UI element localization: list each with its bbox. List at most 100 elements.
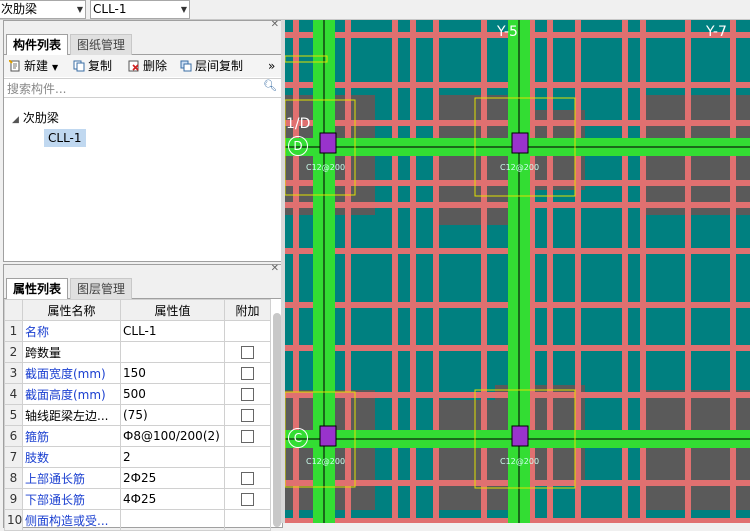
row-number: 3 [4,362,23,384]
property-name-cell: 肢数 [22,446,121,468]
more-button[interactable]: » [268,58,275,74]
component-select[interactable]: CLL-1 ▼ [90,0,190,19]
property-value-cell[interactable] [120,509,225,531]
table-row[interactable]: 3 截面宽度(mm) 150 [4,362,271,384]
floor-copy-button[interactable]: 层间复制 [180,58,243,74]
axis-bubble-c: C [288,428,308,448]
axis-bubble-d-label: D [293,139,303,153]
tab-layer-management[interactable]: 图层管理 [70,278,133,299]
attach-checkbox[interactable] [241,367,254,380]
copy-button[interactable]: 复制 [73,58,112,74]
attach-cell[interactable] [224,446,271,468]
row-number: 7 [4,446,23,468]
attach-checkbox[interactable] [241,409,254,422]
beam-centerline [518,20,520,523]
attach-cell[interactable] [224,404,271,426]
attach-checkbox[interactable] [241,472,254,485]
axis-bubble-c-label: C [293,431,303,445]
table-row[interactable]: 4 截面高度(mm) 500 [4,383,271,405]
attach-checkbox[interactable] [241,388,254,401]
table-header-row: 属性名称 属性值 附加 [4,299,271,321]
table-row[interactable]: 1 名称 CLL-1 [4,320,271,342]
copy-icon [73,60,85,72]
beam-centerline [323,20,325,523]
property-list-panel: ✕ 属性列表 图层管理 属性名称 属性值 附加 1 名称 CLL-1 2 跨数量 3 截面宽… [3,263,283,531]
property-value-cell[interactable] [120,341,225,363]
delete-icon [128,60,140,72]
chevron-down-icon: ▼ [76,5,83,14]
attach-cell[interactable] [224,341,271,363]
table-row[interactable]: 7 肢数 2 [4,446,271,468]
property-value-cell[interactable]: 500 [120,383,225,405]
component-select-value: CLL-1 [93,2,127,16]
axis-bubble-d: D [288,136,308,156]
close-icon[interactable]: ✕ [271,263,279,274]
property-name-cell: 截面宽度(mm) [22,362,121,384]
attach-cell[interactable] [224,383,271,405]
hatched-column [511,132,529,154]
tab-drawing-management[interactable]: 图纸管理 [70,34,133,55]
property-name-cell: 上部通长筋 [22,467,121,489]
vertical-scrollbar[interactable] [273,313,281,527]
property-value-cell[interactable]: 2 [120,446,225,468]
tab-property-list[interactable]: 属性列表 [6,278,69,299]
floor-copy-button-label: 层间复制 [195,59,244,73]
property-value-cell[interactable]: (75) [120,404,225,426]
chevron-down-icon[interactable]: ▼ [52,63,58,72]
table-row[interactable]: 6 箍筋 Ф8@100/200(2) [4,425,271,447]
property-value-cell[interactable]: CLL-1 [120,320,225,342]
property-value-cell[interactable]: 150 [120,362,225,384]
table-row[interactable]: 10 侧面构造或受... [4,509,271,531]
tree-item-cll-1[interactable]: CLL-1 [44,129,86,147]
table-row[interactable]: 9 下部通长筋 4Ф25 [4,488,271,510]
table-row[interactable]: 5 轴线距梁左边... (75) [4,404,271,426]
table-row[interactable]: 2 跨数量 [4,341,271,363]
drawing-canvas[interactable] [285,20,750,523]
attach-cell[interactable] [224,467,271,489]
component-toolbar: 新建 ▼ 复制 删除 层间复制 » [4,55,282,77]
search-icon[interactable]: 🔍︎ [263,79,277,92]
chevron-down-icon: ▼ [180,5,187,14]
property-name-cell: 下部通长筋 [22,488,121,510]
row-number: 5 [4,404,23,426]
property-table: 属性名称 属性值 附加 1 名称 CLL-1 2 跨数量 3 截面宽度(mm) 150 4 截面高… [4,299,271,531]
attach-checkbox[interactable] [241,493,254,506]
cad-drawing[interactable] [285,20,750,523]
delete-button[interactable]: 删除 [128,58,167,74]
row-number: 6 [4,425,23,447]
property-value-cell[interactable]: 4Ф25 [120,488,225,510]
attach-cell[interactable] [224,425,271,447]
property-value-cell[interactable]: 2Ф25 [120,467,225,489]
hatched-column [319,132,337,154]
header-attach: 附加 [224,299,271,321]
beam-label: C12@200 [306,163,346,172]
property-name-cell: 截面高度(mm) [22,383,121,405]
attach-cell[interactable] [224,488,271,510]
category-select[interactable]: 次肋梁 ▼ [0,0,86,19]
floor-copy-icon [180,60,192,72]
property-panel-tabs: 属性列表 图层管理 [4,277,282,299]
search-input[interactable]: 搜索构件... [7,80,66,97]
new-button[interactable]: 新建 ▼ [8,58,58,74]
close-icon[interactable]: ✕ [271,19,279,30]
row-number: 4 [4,383,23,405]
property-name-cell: 名称 [22,320,121,342]
property-name-cell: 跨数量 [22,341,121,363]
component-search: 搜索构件... 🔍︎ [4,78,282,98]
attach-cell[interactable] [224,362,271,384]
attach-cell[interactable] [224,320,271,342]
attach-cell[interactable] [224,509,271,531]
property-value-cell[interactable]: Ф8@100/200(2) [120,425,225,447]
header-num [4,299,23,321]
tree-root[interactable]: ◢ 次肋梁 [12,109,59,126]
attach-checkbox[interactable] [241,346,254,359]
property-name-cell: 箍筋 [22,425,121,447]
delete-button-label: 删除 [143,59,168,73]
new-button-label: 新建 [24,59,49,73]
tree-expand-icon[interactable]: ◢ [12,115,19,125]
attach-checkbox[interactable] [241,430,254,443]
copy-button-label: 复制 [88,59,113,73]
header-property-value: 属性值 [120,299,225,321]
table-row[interactable]: 8 上部通长筋 2Ф25 [4,467,271,489]
tab-component-list[interactable]: 构件列表 [6,34,69,55]
